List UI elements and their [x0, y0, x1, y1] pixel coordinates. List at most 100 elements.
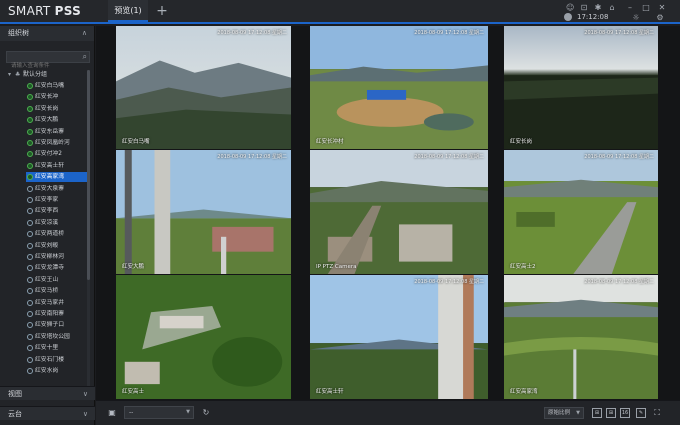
- add-tab-button[interactable]: +: [154, 1, 170, 21]
- tree-item-camera[interactable]: 红安付冲2: [26, 149, 88, 159]
- lock-icon[interactable]: ⊡: [580, 4, 588, 12]
- dropdown-caret-icon: ▼: [576, 410, 580, 416]
- view-select[interactable]: -- ▼: [124, 406, 194, 419]
- group-icon: ♣: [15, 71, 21, 78]
- tree-item-label: 红安两道桥: [35, 231, 64, 238]
- search-icon[interactable]: ⌕: [83, 52, 87, 62]
- camera-icon: [27, 219, 33, 226]
- video-cell[interactable]: 2018-08-09 17:12:08 星期二 IP PTZ Camera: [310, 150, 488, 274]
- tree-item-label: 红安马桥: [35, 288, 59, 295]
- tree-item-camera[interactable]: 红安马桥: [26, 286, 88, 296]
- logo-text-bold: PSS: [54, 4, 82, 18]
- video-cell[interactable]: 2018-08-09 17:12:08 星期二 红安大鹏: [116, 150, 291, 274]
- tree-item-camera[interactable]: 红安狮子口: [26, 320, 88, 330]
- camera-icon: [27, 197, 33, 203]
- ptz-panel-header[interactable]: 云台 ∨: [0, 406, 95, 420]
- tree-item-camera[interactable]: 红安大鹏: [26, 115, 88, 125]
- view-select-value: --: [129, 409, 134, 416]
- camera-icon: [27, 368, 33, 374]
- tree-root-default-group[interactable]: ▾ ♣ 默认分组: [8, 70, 47, 80]
- camera-icon: [27, 254, 33, 260]
- camera-icon: [27, 231, 33, 238]
- video-frame: [310, 275, 488, 399]
- video-cell[interactable]: 2018-08-09 17:12:08 星期二 红安长岗: [504, 26, 658, 149]
- video-cell[interactable]: 2018-08-09 17:12:08 星期二 红安长冲村: [310, 26, 488, 149]
- tab-preview[interactable]: 预览(1): [108, 0, 148, 22]
- aspect-ratio-select[interactable]: 原始比例 ▼: [544, 407, 584, 419]
- camera-icon: [27, 140, 33, 146]
- video-cell[interactable]: 2018-08-09 17:12:08 星期二红安高家湾: [504, 275, 658, 399]
- settings-icon[interactable]: ⚙: [656, 14, 664, 22]
- chevron-down-icon[interactable]: ∨: [83, 407, 88, 421]
- layout-16-button[interactable]: 16: [620, 408, 630, 418]
- tree-item-label: 红安大泉寨: [35, 185, 64, 192]
- clock-display: 17:12:08: [577, 13, 609, 21]
- tree-item-label: 红安长岗: [35, 105, 59, 112]
- camera-icon: [27, 333, 33, 340]
- tree-item-camera[interactable]: 红安长冲: [26, 92, 88, 102]
- tree-item-camera[interactable]: 红安大泉寨: [26, 184, 88, 194]
- views-panel-header[interactable]: 视图 ∨: [0, 386, 95, 400]
- camera-icon: [27, 162, 33, 169]
- sidebar: 组织树 ∧ ⌕ ▾♣默认分组 红安白马嘴红安长冲红安长岗红安大鹏红安东岳寨红安凤…: [0, 26, 95, 425]
- osd-timestamp: 2018-08-09 17:12:08 星期二: [414, 30, 484, 36]
- tree-item-camera[interactable]: 红安南阳寨: [26, 309, 88, 319]
- layout-9-icon[interactable]: ⊞: [606, 408, 616, 418]
- tree-item-camera[interactable]: 红安李西: [26, 206, 88, 216]
- tree-item-camera[interactable]: 红安高家湾: [26, 172, 88, 183]
- camera-icon: [27, 265, 33, 272]
- tree-item-camera[interactable]: 红安高士轩: [26, 161, 88, 171]
- tree-item-camera[interactable]: 红安石门楼: [26, 355, 88, 365]
- edit-layout-icon[interactable]: ✎: [636, 408, 646, 418]
- tree-item-camera[interactable]: 红安王山: [26, 275, 88, 285]
- tree-item-camera[interactable]: 红安柳林河: [26, 252, 88, 262]
- chevron-down-icon[interactable]: ∨: [83, 387, 88, 401]
- org-tree-header[interactable]: 组织树 ∧: [0, 26, 94, 41]
- tree-item-camera[interactable]: 红安凤凰岭河: [26, 138, 88, 148]
- brightness-icon[interactable]: ☼: [632, 14, 640, 22]
- tree-item-camera[interactable]: 红安长岗: [26, 104, 88, 114]
- tree-scrollbar-thumb[interactable]: [87, 70, 90, 280]
- osd-camera-name: 红安高士2: [510, 264, 536, 270]
- tree-item-camera[interactable]: 红安十里: [26, 343, 88, 353]
- minimize-icon[interactable]: –: [626, 4, 634, 12]
- camera-icon: [27, 117, 33, 124]
- collapse-icon[interactable]: ∧: [82, 26, 87, 41]
- tree-item-camera[interactable]: 红安刘畈: [26, 241, 88, 251]
- save-icon[interactable]: ▣: [106, 407, 118, 419]
- maximize-icon[interactable]: □: [642, 4, 650, 12]
- osd-timestamp: 2018-08-09 17:12:08 星期二: [584, 279, 654, 285]
- video-cell[interactable]: 2018-08-09 17:12:08 星期二 红安高士轩: [310, 275, 488, 399]
- tree-item-label: 红安十里: [35, 345, 59, 352]
- tree-item-camera[interactable]: 红安李家: [26, 195, 88, 205]
- camera-icon: [27, 345, 33, 352]
- refresh-icon[interactable]: ↻: [200, 407, 212, 419]
- video-frame: [116, 150, 291, 274]
- camera-icon: [27, 242, 33, 249]
- tree-item-camera[interactable]: 红安马家井: [26, 298, 88, 308]
- org-tree-title: 组织树: [8, 29, 29, 37]
- close-icon[interactable]: ✕: [658, 4, 666, 12]
- gear-icon[interactable]: ✱: [594, 4, 602, 12]
- video-cell[interactable]: 红安高士: [116, 275, 291, 399]
- expand-icon[interactable]: ▾: [8, 70, 15, 80]
- osd-timestamp: 2018-08-09 17:12:08 星期二: [584, 154, 654, 160]
- tree-item-camera[interactable]: 红安凉溪: [26, 218, 88, 228]
- osd-camera-name: 红安高家湾: [510, 389, 538, 395]
- video-cell[interactable]: 2018-08-09 17:12:08 星期二红安高士2: [504, 150, 658, 274]
- video-cell[interactable]: 2018-08-09 17:12:08 星期二 红安白马嘴: [116, 26, 291, 149]
- tree-item-label: 红安王山: [35, 276, 59, 283]
- tree-item-camera[interactable]: 红安水岗: [26, 366, 88, 376]
- osd-timestamp: 2018-08-09 17:12:08 星期二: [217, 154, 287, 160]
- tree-item-camera[interactable]: 红安东岳寨: [26, 127, 88, 137]
- user-icon[interactable]: ☺: [566, 4, 574, 12]
- tree-item-camera[interactable]: 红安龙潭寺: [26, 263, 88, 273]
- home-icon[interactable]: ⌂: [608, 4, 616, 12]
- layout-4-icon[interactable]: ⊞: [592, 408, 602, 418]
- title-bar: SMART PSS 预览(1) + ☺ ⊡ ✱ ⌂ – □ ✕ 17:12:08…: [0, 0, 680, 24]
- fullscreen-icon[interactable]: ⛶: [651, 407, 663, 419]
- ptz-label: 云台: [8, 410, 22, 418]
- tree-item-camera[interactable]: 红安两道桥: [26, 229, 88, 239]
- tree-item-camera[interactable]: 红安塔坎公园: [26, 332, 88, 342]
- tree-item-camera[interactable]: 红安白马嘴: [26, 81, 88, 91]
